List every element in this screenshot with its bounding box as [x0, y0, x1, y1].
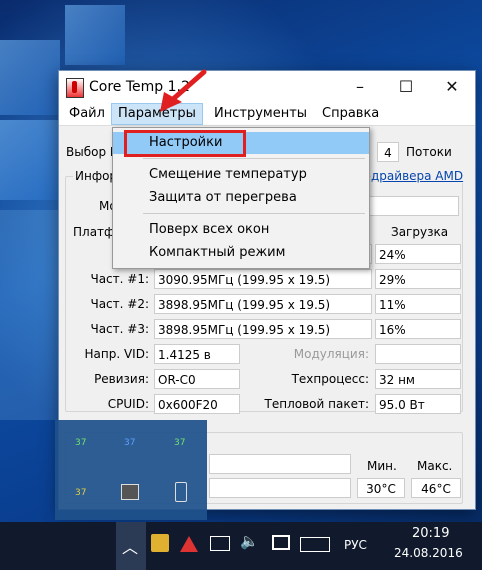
language-indicator[interactable]: РУС	[344, 538, 367, 552]
security-tray-icon[interactable]	[151, 534, 169, 552]
clock-date[interactable]: 24.08.2016	[394, 546, 463, 560]
notifications-icon[interactable]	[272, 535, 290, 550]
network-device-icon[interactable]	[121, 484, 139, 500]
tray-temp-icon[interactable]: 37	[75, 438, 86, 448]
network-icon[interactable]	[210, 536, 230, 551]
clock-time[interactable]: 20:19	[412, 526, 449, 541]
amd-tray-icon[interactable]	[180, 536, 198, 552]
usb-drive-icon[interactable]	[175, 482, 187, 502]
arrow-to-parameters	[169, 69, 207, 103]
tray-temp-icon[interactable]: 37	[124, 438, 135, 448]
tray-temp-icon[interactable]: 37	[75, 488, 86, 498]
chevron-up-icon[interactable]: ︿	[122, 534, 138, 558]
tray-overflow-popup: 37 37 37 37	[55, 420, 207, 520]
tray-temp-icon[interactable]: 37	[174, 438, 185, 448]
keyboard-icon[interactable]	[300, 537, 330, 552]
volume-icon[interactable]: 🔈	[240, 532, 259, 550]
